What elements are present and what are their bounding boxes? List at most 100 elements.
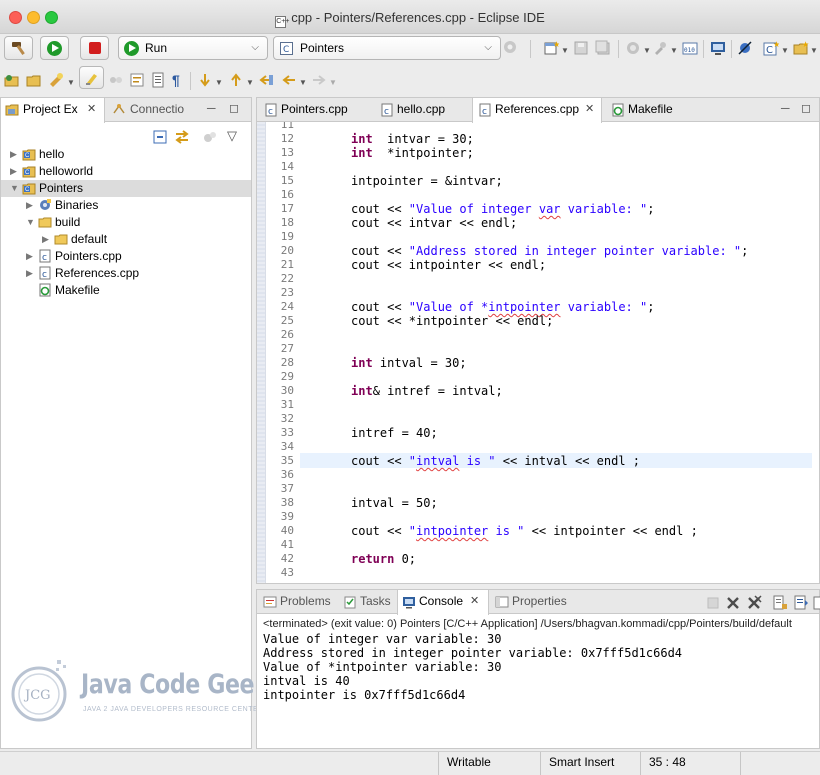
next-annotation-icon[interactable] [197, 72, 213, 88]
word-wrap-console-icon[interactable] [793, 595, 809, 611]
toggle-mark-occurrences-button[interactable] [79, 66, 104, 89]
tree-item-helloworld[interactable]: ▶ C helloworld [1, 163, 251, 180]
code-token: intref = 40; [351, 426, 438, 440]
new-icon[interactable]: ★ [543, 40, 559, 56]
code-line[interactable]: cout << "Address stored in integer point… [351, 244, 748, 258]
last-edit-location-icon[interactable] [258, 72, 274, 88]
external-tools-icon[interactable] [652, 40, 668, 56]
forward-arrow-icon[interactable] [311, 72, 327, 88]
link-with-editor-icon[interactable] [174, 129, 190, 145]
code-line[interactable]: cout << intvar << endl; [351, 216, 517, 230]
code-line[interactable]: int intval = 30; [351, 356, 467, 370]
launch-settings-gear-icon[interactable] [502, 39, 518, 55]
new-folder-icon[interactable]: ★ [793, 40, 809, 56]
code-line[interactable]: cout << "intval is " << intval << endl ; [351, 454, 640, 468]
expand-arrow-icon[interactable]: ▶ [26, 197, 36, 214]
code-line[interactable]: int& intref = intval; [351, 384, 503, 398]
close-tab-icon[interactable]: ✕ [470, 590, 479, 613]
tree-item-build[interactable]: ▼ build [1, 214, 251, 231]
code-line[interactable]: intval = 50; [351, 496, 438, 510]
tree-item-makefile[interactable]: Makefile [1, 282, 251, 299]
build-button[interactable] [4, 36, 33, 60]
tree-item-references-cpp[interactable]: ▶ c References.cpp [1, 265, 251, 282]
close-tab-icon[interactable]: ✕ [585, 98, 594, 121]
collapse-all-icon[interactable] [152, 129, 168, 145]
close-tab-icon[interactable]: ✕ [87, 98, 96, 121]
back-arrow-icon[interactable] [281, 72, 297, 88]
tree-item-default[interactable]: ▶ default [1, 231, 251, 248]
pin-console-icon[interactable] [812, 595, 820, 611]
line-number: 33 [280, 426, 294, 439]
code-text-area[interactable]: 11 12 int intvar = 30; 13 int *intpointer; 14… [257, 122, 819, 583]
tab-properties[interactable]: Properties [491, 590, 581, 614]
expand-arrow-icon[interactable]: ▶ [26, 248, 36, 265]
view-menu-icon[interactable]: ▽ [227, 128, 237, 144]
previous-annotation-icon[interactable] [228, 72, 244, 88]
block-selection-icon[interactable] [108, 72, 124, 88]
code-line[interactable]: cout << *intpointer << endl; [351, 314, 553, 328]
tree-item-pointers-cpp[interactable]: ▶ c Pointers.cpp [1, 248, 251, 265]
tree-item-binaries[interactable]: ▶ Binaries [1, 197, 251, 214]
expand-arrow-icon[interactable]: ▶ [42, 231, 52, 248]
expand-arrow-icon[interactable]: ▶ [10, 163, 20, 180]
code-line[interactable]: cout << "Value of *intpointer variable: … [351, 300, 654, 314]
scroll-lock-icon[interactable] [772, 595, 788, 611]
skip-breakpoints-icon[interactable] [737, 40, 753, 56]
tree-item-hello[interactable]: ▶ C hello [1, 146, 251, 163]
new-cpp-class-icon[interactable]: C ★ [763, 40, 779, 56]
tab-console[interactable]: Console ✕ [397, 590, 489, 615]
launch-mode-value: Run [145, 41, 168, 55]
tab-tasks[interactable]: Tasks [339, 590, 395, 614]
open-perspective-icon[interactable] [4, 72, 20, 88]
open-folder-icon[interactable] [26, 72, 42, 88]
save-all-icon[interactable] [595, 40, 611, 56]
debug-icon[interactable] [625, 40, 641, 56]
tree-item-pointers[interactable]: ▼ C Pointers [1, 180, 251, 197]
word-wrap-icon[interactable] [129, 72, 145, 88]
code-line[interactable]: return 0; [351, 552, 416, 566]
minimize-view-icon[interactable]: ─ [207, 101, 216, 115]
keyword-token: int [351, 132, 373, 146]
save-icon[interactable] [573, 40, 589, 56]
launch-mode-select[interactable]: Run ⌵ [118, 36, 268, 60]
remove-all-terminated-icon[interactable] [746, 595, 762, 611]
minimize-editor-icon[interactable]: ─ [781, 101, 790, 115]
maximize-view-icon[interactable]: ◻ [229, 101, 239, 115]
show-source-icon[interactable] [150, 72, 166, 88]
tab-hello-cpp[interactable]: c hello.cpp [375, 98, 465, 122]
tab-makefile[interactable]: Makefile [606, 98, 696, 122]
focus-on-task-icon[interactable] [202, 129, 218, 145]
svg-text:C: C [25, 153, 30, 159]
binary-file-icon[interactable]: 010 [682, 40, 698, 56]
run-button[interactable] [40, 36, 69, 60]
launch-configuration-select[interactable]: C Pointers ⌵ [273, 36, 501, 60]
line-number: 14 [280, 160, 294, 173]
status-insert-mode[interactable]: Smart Insert [540, 752, 640, 775]
maximize-editor-icon[interactable]: ◻ [801, 101, 811, 115]
expand-arrow-icon[interactable]: ▶ [10, 146, 20, 163]
code-line[interactable]: int intvar = 30; [351, 132, 474, 146]
expand-arrow-icon[interactable]: ▶ [26, 265, 36, 282]
tab-project-explorer[interactable]: Project Ex ✕ [1, 98, 105, 123]
terminate-console-icon[interactable] [705, 595, 721, 611]
code-line[interactable]: cout << intpointer << endl; [351, 258, 546, 272]
remove-launch-icon[interactable] [725, 595, 741, 611]
search-flashlight-icon[interactable] [48, 72, 64, 88]
code-line[interactable]: cout << "Value of integer var variable: … [351, 202, 654, 216]
code-line[interactable]: intref = 40; [351, 426, 438, 440]
tab-references-cpp[interactable]: c References.cpp ✕ [472, 98, 602, 123]
tab-connections[interactable]: Connectio [108, 98, 198, 122]
tab-label: Problems [280, 594, 331, 608]
svg-text:★: ★ [773, 40, 779, 49]
tab-problems[interactable]: Problems [259, 590, 337, 614]
collapse-arrow-icon[interactable]: ▼ [26, 214, 36, 231]
tab-pointers-cpp[interactable]: c Pointers.cpp [259, 98, 359, 122]
terminate-button[interactable] [80, 36, 109, 60]
svg-text:C: C [25, 170, 30, 176]
code-line[interactable]: intpointer = &intvar; [351, 174, 503, 188]
pilcrow-icon[interactable]: ¶ [172, 72, 188, 88]
terminal-icon[interactable] [710, 40, 726, 56]
collapse-arrow-icon[interactable]: ▼ [10, 180, 20, 197]
code-line[interactable]: cout << "intpointer is " << intpointer <… [351, 524, 698, 538]
code-line[interactable]: int *intpointer; [351, 146, 474, 160]
